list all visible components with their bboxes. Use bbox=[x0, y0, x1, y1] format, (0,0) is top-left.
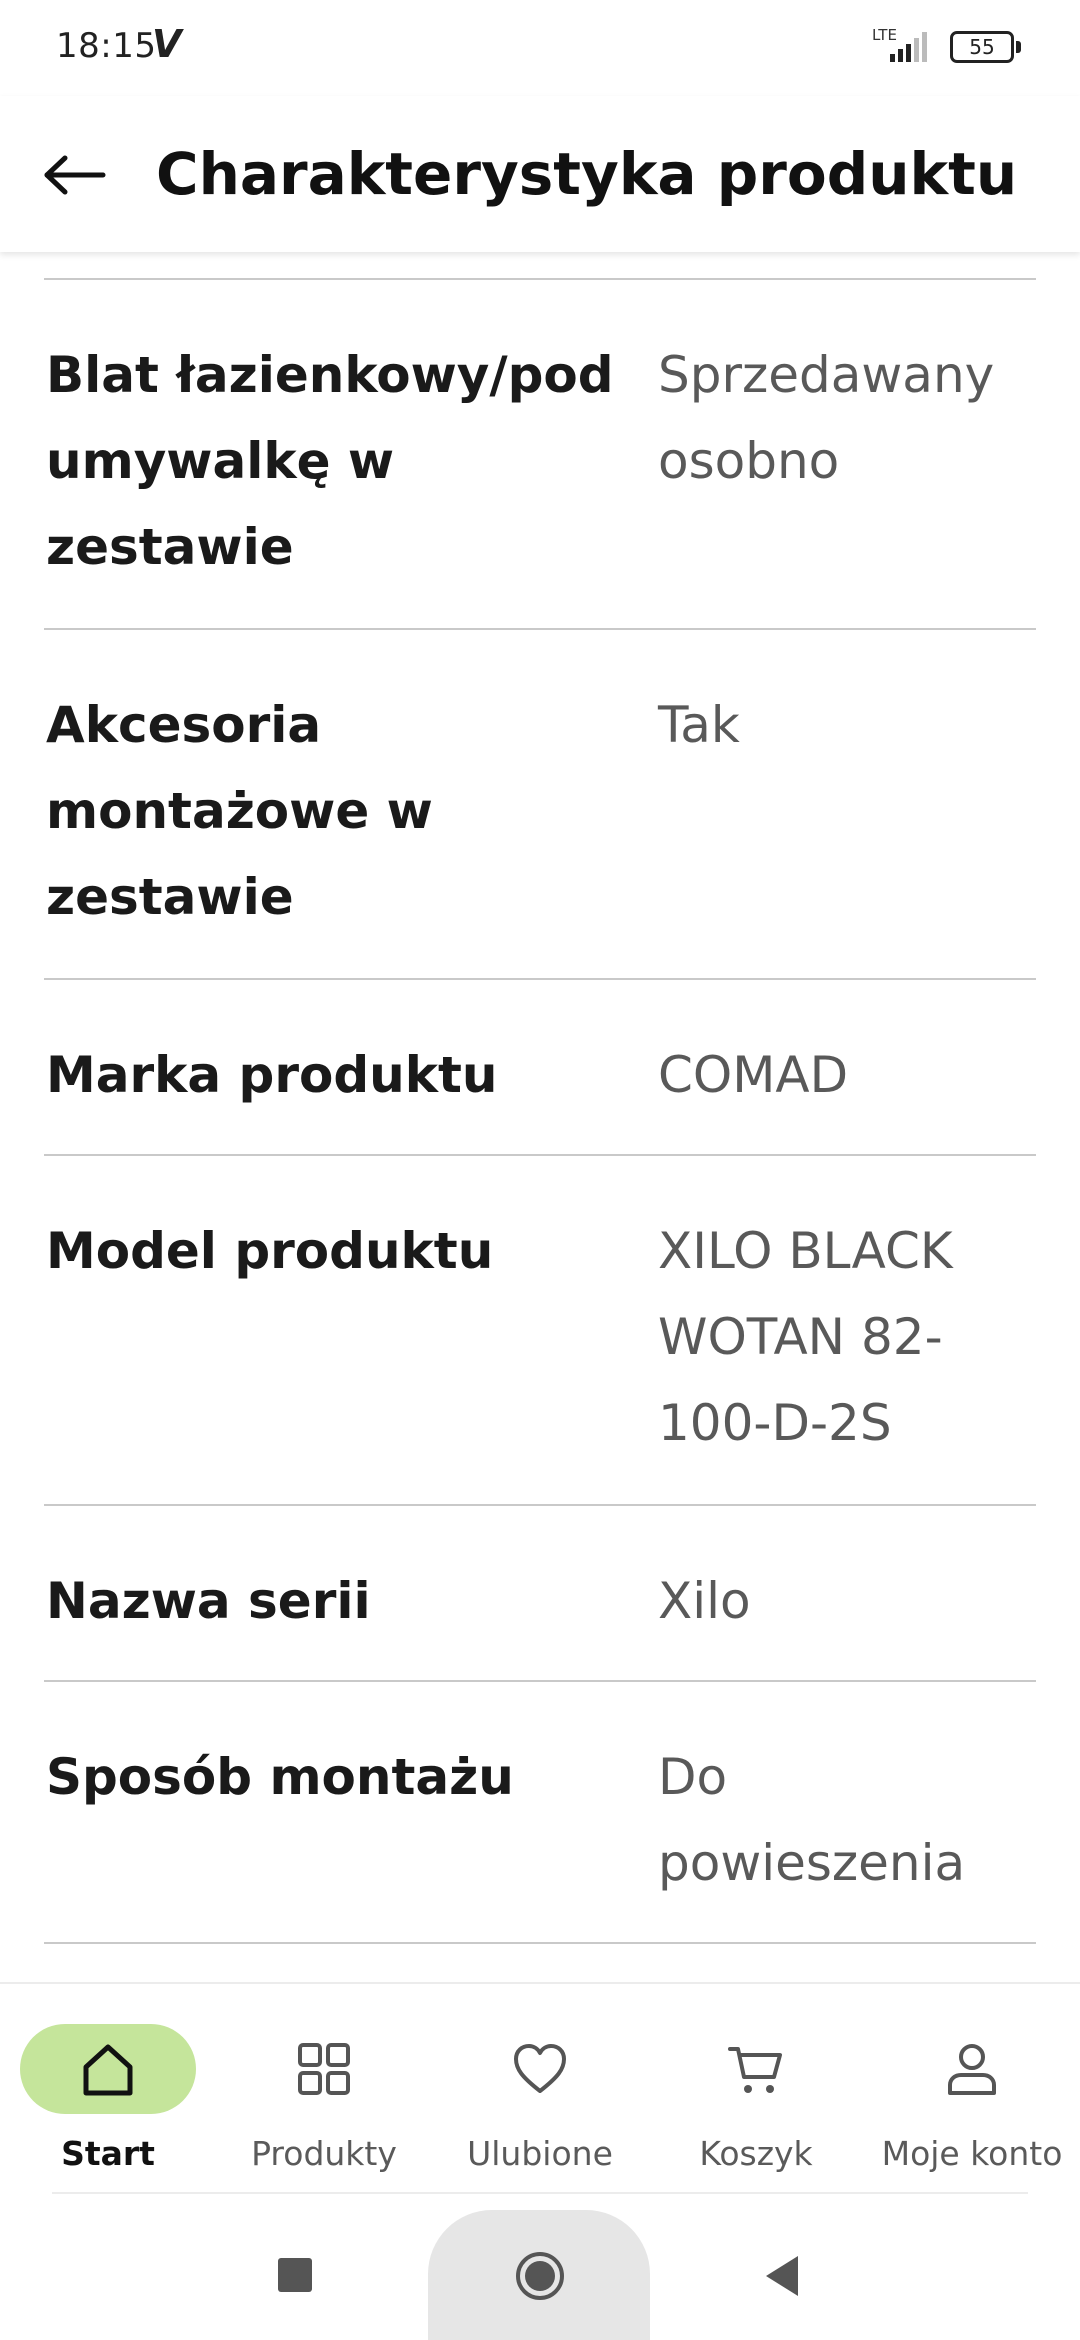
heart-icon bbox=[500, 2029, 580, 2109]
nav-label: Ulubione bbox=[467, 2134, 613, 2173]
arrow-left-icon bbox=[44, 155, 106, 195]
spec-value: Tak bbox=[658, 696, 740, 754]
spec-value: COMAD bbox=[658, 1046, 849, 1104]
cart-icon bbox=[716, 2029, 796, 2109]
spec-label: Sposób montażu bbox=[46, 1748, 514, 1806]
user-icon bbox=[932, 2029, 1012, 2109]
system-nav-bar bbox=[0, 2210, 1080, 2340]
spec-label: Model produktu bbox=[46, 1222, 494, 1280]
nav-label: Moje konto bbox=[881, 2134, 1063, 2173]
nav-label: Produkty bbox=[251, 2134, 397, 2173]
spec-label: Marka produktu bbox=[46, 1046, 498, 1104]
spec-row: Blat łazienkowy/pod umywalkę w zestawie … bbox=[44, 278, 1036, 628]
nav-label: Koszyk bbox=[699, 2134, 813, 2173]
spec-value: Do powieszenia bbox=[658, 1748, 966, 1892]
carrier-icon: V bbox=[152, 22, 182, 66]
bottom-nav: Start Produkty Ulubione Koszyk Moje kont… bbox=[0, 1982, 1080, 2210]
spec-list[interactable]: Blat łazienkowy/pod umywalkę w zestawie … bbox=[0, 252, 1080, 1982]
page-title: Charakterystyka produktu bbox=[156, 140, 1018, 208]
home-icon bbox=[68, 2029, 148, 2109]
nav-item-start[interactable]: Start bbox=[0, 2024, 216, 2194]
spec-label: Akcesoria montażowe w zestawie bbox=[46, 696, 433, 926]
status-time: 18:15 bbox=[56, 26, 157, 66]
spec-value: XILO BLACK WOTAN 82-100-D-2S bbox=[658, 1222, 953, 1452]
spec-row: Sposób montażu Do powieszenia bbox=[44, 1680, 1036, 1942]
divider bbox=[44, 1942, 1036, 1944]
battery-level: 55 bbox=[969, 35, 995, 59]
spec-row: Akcesoria montażowe w zestawie Tak bbox=[44, 628, 1036, 978]
spec-row: Model produktu XILO BLACK WOTAN 82-100-D… bbox=[44, 1154, 1036, 1504]
nav-label: Start bbox=[61, 2134, 155, 2173]
spec-label: Blat łazienkowy/pod umywalkę w zestawie bbox=[46, 346, 614, 576]
system-back-button[interactable] bbox=[762, 2254, 802, 2298]
nav-item-produkty[interactable]: Produkty bbox=[216, 2024, 432, 2194]
grid-icon bbox=[284, 2029, 364, 2109]
back-button[interactable] bbox=[30, 130, 120, 220]
battery-icon: 55 bbox=[950, 31, 1014, 63]
app-bar: Charakterystyka produktu bbox=[0, 96, 1080, 252]
spec-value: Sprzedawany osobno bbox=[658, 346, 995, 490]
spec-row: Nazwa serii Xilo bbox=[44, 1504, 1036, 1680]
spec-value: Xilo bbox=[658, 1572, 751, 1630]
nav-item-ulubione[interactable]: Ulubione bbox=[432, 2024, 648, 2194]
spec-label: Nazwa serii bbox=[46, 1572, 371, 1630]
home-button[interactable] bbox=[514, 2250, 566, 2302]
nav-item-moje-konto[interactable]: Moje konto bbox=[864, 2024, 1080, 2194]
recent-apps-button[interactable] bbox=[278, 2258, 312, 2292]
status-bar: 18:15 V LTE 55 bbox=[0, 0, 1080, 96]
spec-row: Marka produktu COMAD bbox=[44, 978, 1036, 1154]
signal-icon bbox=[890, 32, 927, 62]
battery-tip bbox=[1016, 41, 1021, 53]
nav-divider bbox=[52, 2192, 1028, 2194]
nav-item-koszyk[interactable]: Koszyk bbox=[648, 2024, 864, 2194]
